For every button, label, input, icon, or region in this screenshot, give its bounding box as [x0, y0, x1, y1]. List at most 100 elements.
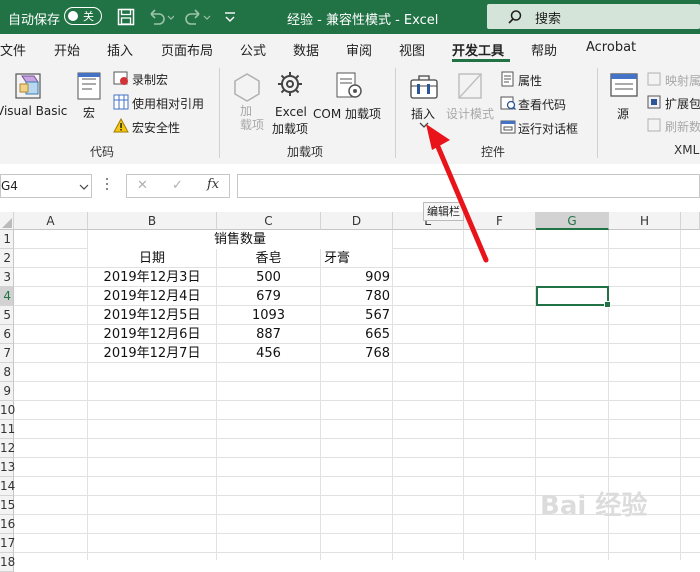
run-dialog-label[interactable]: 运行对话框 — [518, 120, 578, 137]
sheet-title-cell[interactable]: 销售数量 — [88, 230, 392, 249]
tab-view[interactable]: 视图 — [399, 40, 425, 59]
properties-icon[interactable] — [500, 71, 516, 87]
run-dialog-icon[interactable] — [500, 119, 516, 135]
row-header[interactable]: 12 — [0, 439, 15, 458]
relative-reference-icon[interactable] — [113, 94, 129, 110]
xml-source-label[interactable]: 源 — [617, 105, 629, 122]
tab-acrobat[interactable]: Acrobat — [586, 40, 636, 55]
macros-label[interactable]: 宏 — [83, 104, 95, 121]
formula-bar-grip[interactable] — [106, 178, 109, 194]
visual-basic-icon[interactable] — [12, 70, 44, 102]
row-header[interactable]: 8 — [0, 363, 14, 382]
tab-page-layout[interactable]: 页面布局 — [161, 40, 213, 59]
row-header[interactable]: 4 — [0, 287, 14, 306]
tab-formulas[interactable]: 公式 — [240, 40, 266, 59]
cancel-icon[interactable]: ✕ — [137, 178, 148, 193]
row-header[interactable]: 13 — [0, 458, 15, 477]
tab-home[interactable]: 开始 — [54, 40, 80, 59]
excel-addins-label-1[interactable]: Excel — [275, 105, 307, 119]
warning-icon[interactable] — [113, 118, 129, 134]
column-header-a[interactable]: A — [14, 212, 88, 230]
column-header-g[interactable]: G — [536, 212, 609, 230]
row-header[interactable]: 14 — [0, 477, 15, 496]
table-cell[interactable]: 2019年12月3日 — [88, 268, 216, 287]
table-cell[interactable]: 2019年12月4日 — [88, 287, 216, 306]
search-box[interactable]: 搜索 — [487, 4, 700, 29]
row-header[interactable]: 18 — [0, 553, 15, 572]
row-header[interactable]: 15 — [0, 496, 15, 515]
row-header[interactable]: 1 — [0, 230, 14, 249]
tab-data[interactable]: 数据 — [293, 40, 319, 59]
row-header[interactable]: 16 — [0, 515, 15, 534]
row-header[interactable]: 2 — [0, 249, 14, 268]
name-box[interactable]: G4 — [0, 174, 92, 198]
excel-addins-label-2[interactable]: 加载项 — [272, 120, 308, 137]
header-cell-date[interactable]: 日期 — [88, 249, 216, 268]
row-header[interactable]: 9 — [0, 382, 14, 401]
customize-qat-icon[interactable] — [223, 8, 237, 26]
expansion-packs-label[interactable]: 扩展包 — [665, 95, 700, 112]
tab-help[interactable]: 帮助 — [531, 40, 557, 59]
excel-addins-icon[interactable] — [275, 70, 305, 102]
expansion-packs-icon[interactable] — [647, 95, 661, 109]
row-header[interactable]: 17 — [0, 534, 15, 553]
properties-label[interactable]: 属性 — [518, 72, 542, 89]
table-cell[interactable]: 2019年12月6日 — [88, 325, 216, 344]
table-cell[interactable]: 665 — [321, 325, 390, 344]
column-header-b[interactable]: B — [88, 212, 217, 230]
table-cell[interactable]: 780 — [321, 287, 390, 306]
table-cell[interactable]: 500 — [217, 268, 320, 287]
record-macro-label[interactable]: 录制宏 — [132, 71, 168, 88]
redo-icon[interactable] — [184, 8, 212, 26]
tab-file[interactable]: 文件 — [0, 40, 26, 59]
select-all-button[interactable] — [0, 212, 14, 230]
record-macro-icon[interactable] — [113, 70, 129, 86]
refresh-data-label[interactable]: 刷新数 — [665, 118, 700, 135]
table-cell[interactable]: 456 — [217, 344, 320, 363]
com-addins-label[interactable]: COM 加载项 — [313, 105, 381, 122]
column-header-h[interactable]: H — [609, 212, 681, 230]
table-cell[interactable]: 2019年12月5日 — [88, 306, 216, 325]
column-header-i[interactable] — [681, 212, 700, 230]
table-cell[interactable]: 1093 — [217, 306, 320, 325]
visual-basic-label[interactable]: Visual Basic — [0, 104, 67, 118]
column-header-d[interactable]: D — [321, 212, 393, 230]
insert-function-icon[interactable]: fx — [207, 177, 219, 192]
map-properties-label[interactable]: 映射属 — [665, 72, 700, 89]
row-header[interactable]: 10 — [0, 401, 15, 420]
macro-security-label[interactable]: 宏安全性 — [132, 119, 180, 136]
tab-insert[interactable]: 插入 — [107, 40, 133, 59]
table-cell[interactable]: 887 — [217, 325, 320, 344]
macros-icon[interactable] — [76, 70, 104, 102]
enter-icon[interactable]: ✓ — [172, 178, 183, 193]
column-header-c[interactable]: C — [217, 212, 321, 230]
xml-source-icon[interactable] — [609, 71, 639, 101]
table-cell[interactable]: 679 — [217, 287, 320, 306]
table-cell[interactable]: 567 — [321, 306, 390, 325]
row-header[interactable]: 11 — [0, 420, 15, 439]
tab-review[interactable]: 审阅 — [346, 40, 372, 59]
undo-icon[interactable] — [146, 8, 174, 26]
view-code-icon[interactable] — [500, 95, 516, 111]
design-mode-icon[interactable] — [455, 70, 485, 102]
row-header[interactable]: 5 — [0, 306, 14, 325]
autosave-toggle[interactable]: 关 — [64, 7, 102, 25]
refresh-data-icon[interactable] — [647, 118, 661, 132]
header-cell-toothpaste[interactable]: 牙膏 — [324, 249, 392, 268]
relative-reference-label[interactable]: 使用相对引用 — [132, 95, 204, 112]
table-cell[interactable]: 2019年12月7日 — [88, 344, 216, 363]
row-header[interactable]: 7 — [0, 344, 14, 363]
row-header[interactable]: 6 — [0, 325, 14, 344]
com-addins-icon[interactable] — [334, 70, 364, 102]
view-code-label[interactable]: 查看代码 — [518, 96, 566, 113]
save-icon[interactable] — [117, 8, 135, 26]
addins-icon[interactable] — [232, 72, 262, 102]
fill-handle[interactable] — [604, 301, 611, 308]
table-cell[interactable]: 909 — [321, 268, 390, 287]
insert-controls-icon[interactable] — [409, 72, 439, 102]
map-properties-icon[interactable] — [647, 72, 661, 86]
header-cell-soap[interactable]: 香皂 — [217, 249, 320, 268]
chevron-down-icon[interactable] — [79, 183, 89, 191]
active-cell-g4[interactable] — [536, 286, 611, 308]
tab-developer[interactable]: 开发工具 — [452, 40, 504, 59]
